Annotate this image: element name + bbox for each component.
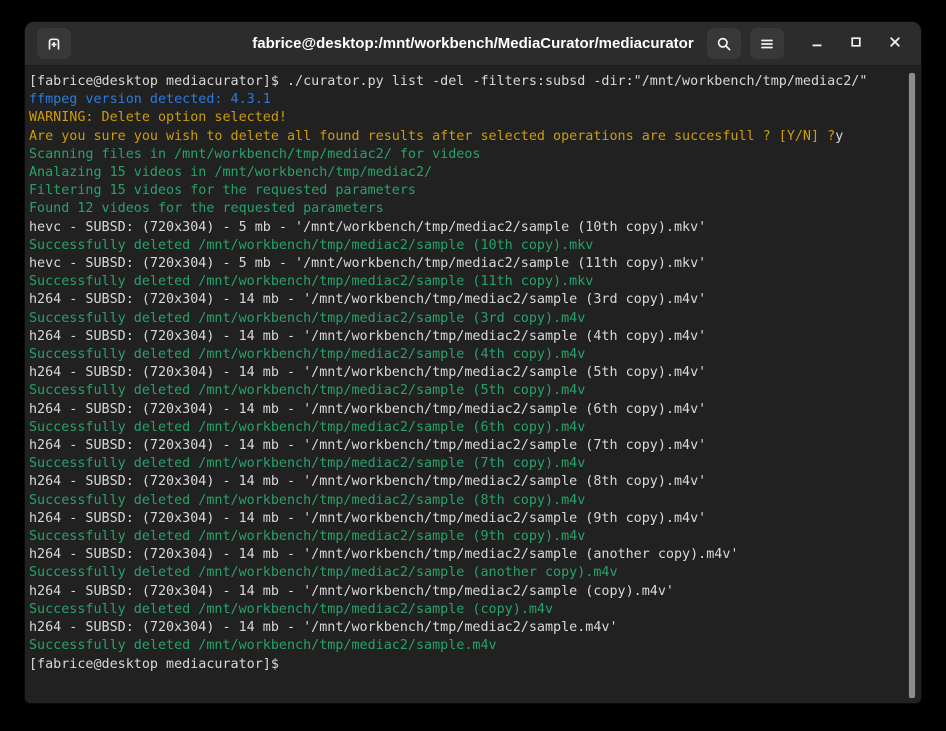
terminal-line: h264 - SUBSD: (720x304) - 14 mb - '/mnt/…	[29, 473, 903, 491]
close-icon	[887, 34, 903, 53]
line-text: [fabrice@desktop mediacurator]$	[29, 657, 287, 672]
line-text: Successfully deleted /mnt/workbench/tmp/…	[29, 420, 585, 435]
hamburger-menu-icon	[759, 36, 775, 52]
line-text: ffmpeg version detected: 4.3.1	[29, 92, 271, 107]
minimize-icon	[809, 34, 825, 53]
terminal-line: ffmpeg version detected: 4.3.1	[29, 91, 903, 109]
line-text: hevc - SUBSD: (720x304) - 5 mb - '/mnt/w…	[29, 220, 706, 235]
line-text: Successfully deleted /mnt/workbench/tmp/…	[29, 602, 553, 617]
line-text: Successfully deleted /mnt/workbench/tmp/…	[29, 383, 585, 398]
line-text: Found 12 videos for the requested parame…	[29, 201, 384, 216]
terminal-line: Successfully deleted /mnt/workbench/tmp/…	[29, 637, 903, 655]
line-text: [fabrice@desktop mediacurator]$ ./curato…	[29, 74, 867, 89]
terminal-line: hevc - SUBSD: (720x304) - 5 mb - '/mnt/w…	[29, 219, 903, 237]
line-suffix: y	[835, 129, 843, 144]
scrollbar[interactable]	[908, 66, 920, 701]
line-text: h264 - SUBSD: (720x304) - 14 mb - '/mnt/…	[29, 474, 706, 489]
new-tab-button[interactable]	[37, 28, 71, 59]
line-text: Successfully deleted /mnt/workbench/tmp/…	[29, 311, 585, 326]
line-text: h264 - SUBSD: (720x304) - 14 mb - '/mnt/…	[29, 438, 706, 453]
terminal-line: Successfully deleted /mnt/workbench/tmp/…	[29, 310, 903, 328]
terminal-line: h264 - SUBSD: (720x304) - 14 mb - '/mnt/…	[29, 583, 903, 601]
line-text: Successfully deleted /mnt/workbench/tmp/…	[29, 493, 585, 508]
line-text: Scanning files in /mnt/workbench/tmp/med…	[29, 147, 480, 162]
line-text: Successfully deleted /mnt/workbench/tmp/…	[29, 638, 497, 653]
headerbar-left	[37, 28, 71, 59]
terminal-line: hevc - SUBSD: (720x304) - 5 mb - '/mnt/w…	[29, 255, 903, 273]
terminal-line: Successfully deleted /mnt/workbench/tmp/…	[29, 237, 903, 255]
headerbar: fabrice@desktop:/mnt/workbench/MediaCura…	[25, 22, 921, 66]
terminal-line: Are you sure you wish to delete all foun…	[29, 128, 903, 146]
terminal-line: Found 12 videos for the requested parame…	[29, 200, 903, 218]
terminal-line: Scanning files in /mnt/workbench/tmp/med…	[29, 146, 903, 164]
terminal-line: Successfully deleted /mnt/workbench/tmp/…	[29, 382, 903, 400]
terminal-line: h264 - SUBSD: (720x304) - 14 mb - '/mnt/…	[29, 328, 903, 346]
line-text: Successfully deleted /mnt/workbench/tmp/…	[29, 238, 593, 253]
maximize-icon	[848, 34, 864, 53]
line-text: h264 - SUBSD: (720x304) - 14 mb - '/mnt/…	[29, 547, 738, 562]
line-text: Analazing 15 videos in /mnt/workbench/tm…	[29, 165, 432, 180]
terminal-line: Successfully deleted /mnt/workbench/tmp/…	[29, 419, 903, 437]
terminal-line: h264 - SUBSD: (720x304) - 14 mb - '/mnt/…	[29, 619, 903, 637]
line-text: Successfully deleted /mnt/workbench/tmp/…	[29, 529, 585, 544]
line-text: Successfully deleted /mnt/workbench/tmp/…	[29, 274, 593, 289]
terminal-line: [fabrice@desktop mediacurator]$	[29, 656, 903, 674]
terminal-line: h264 - SUBSD: (720x304) - 14 mb - '/mnt/…	[29, 364, 903, 382]
terminal-line: Successfully deleted /mnt/workbench/tmp/…	[29, 601, 903, 619]
terminal-line: h264 - SUBSD: (720x304) - 14 mb - '/mnt/…	[29, 291, 903, 309]
desktop-background: fabrice@desktop:/mnt/workbench/MediaCura…	[0, 0, 946, 731]
search-icon	[716, 36, 732, 52]
terminal-line: h264 - SUBSD: (720x304) - 14 mb - '/mnt/…	[29, 546, 903, 564]
line-text: WARNING: Delete option selected!	[29, 110, 287, 125]
scrollbar-thumb[interactable]	[908, 72, 916, 699]
line-text: h264 - SUBSD: (720x304) - 14 mb - '/mnt/…	[29, 511, 706, 526]
line-text: h264 - SUBSD: (720x304) - 14 mb - '/mnt/…	[29, 584, 674, 599]
terminal-line: Successfully deleted /mnt/workbench/tmp/…	[29, 455, 903, 473]
line-text: h264 - SUBSD: (720x304) - 14 mb - '/mnt/…	[29, 620, 618, 635]
line-text: h264 - SUBSD: (720x304) - 14 mb - '/mnt/…	[29, 365, 706, 380]
terminal-window: fabrice@desktop:/mnt/workbench/MediaCura…	[25, 22, 921, 703]
terminal-line: Successfully deleted /mnt/workbench/tmp/…	[29, 564, 903, 582]
terminal-line: h264 - SUBSD: (720x304) - 14 mb - '/mnt/…	[29, 437, 903, 455]
line-text: Filtering 15 videos for the requested pa…	[29, 183, 416, 198]
terminal-line: Successfully deleted /mnt/workbench/tmp/…	[29, 528, 903, 546]
line-text: Successfully deleted /mnt/workbench/tmp/…	[29, 456, 585, 471]
line-text: h264 - SUBSD: (720x304) - 14 mb - '/mnt/…	[29, 292, 706, 307]
terminal-line: h264 - SUBSD: (720x304) - 14 mb - '/mnt/…	[29, 401, 903, 419]
terminal-line: Successfully deleted /mnt/workbench/tmp/…	[29, 346, 903, 364]
terminal-line: [fabrice@desktop mediacurator]$ ./curato…	[29, 73, 903, 91]
terminal-output[interactable]: [fabrice@desktop mediacurator]$ ./curato…	[25, 66, 921, 703]
line-text: Successfully deleted /mnt/workbench/tmp/…	[29, 347, 585, 362]
menu-button[interactable]	[750, 28, 784, 59]
line-text: h264 - SUBSD: (720x304) - 14 mb - '/mnt/…	[29, 402, 706, 417]
search-button[interactable]	[707, 28, 741, 59]
maximize-button[interactable]	[842, 28, 870, 59]
close-button[interactable]	[881, 28, 909, 59]
terminal-line: Successfully deleted /mnt/workbench/tmp/…	[29, 492, 903, 510]
terminal-line: WARNING: Delete option selected!	[29, 109, 903, 127]
terminal-line: Filtering 15 videos for the requested pa…	[29, 182, 903, 200]
terminal-line: h264 - SUBSD: (720x304) - 14 mb - '/mnt/…	[29, 510, 903, 528]
headerbar-right	[707, 28, 909, 59]
line-text: Are you sure you wish to delete all foun…	[29, 129, 835, 144]
minimize-button[interactable]	[803, 28, 831, 59]
terminal-line: Successfully deleted /mnt/workbench/tmp/…	[29, 273, 903, 291]
terminal-line: Analazing 15 videos in /mnt/workbench/tm…	[29, 164, 903, 182]
new-tab-icon	[46, 36, 62, 52]
line-text: hevc - SUBSD: (720x304) - 5 mb - '/mnt/w…	[29, 256, 706, 271]
line-text: h264 - SUBSD: (720x304) - 14 mb - '/mnt/…	[29, 329, 706, 344]
line-text: Successfully deleted /mnt/workbench/tmp/…	[29, 565, 618, 580]
